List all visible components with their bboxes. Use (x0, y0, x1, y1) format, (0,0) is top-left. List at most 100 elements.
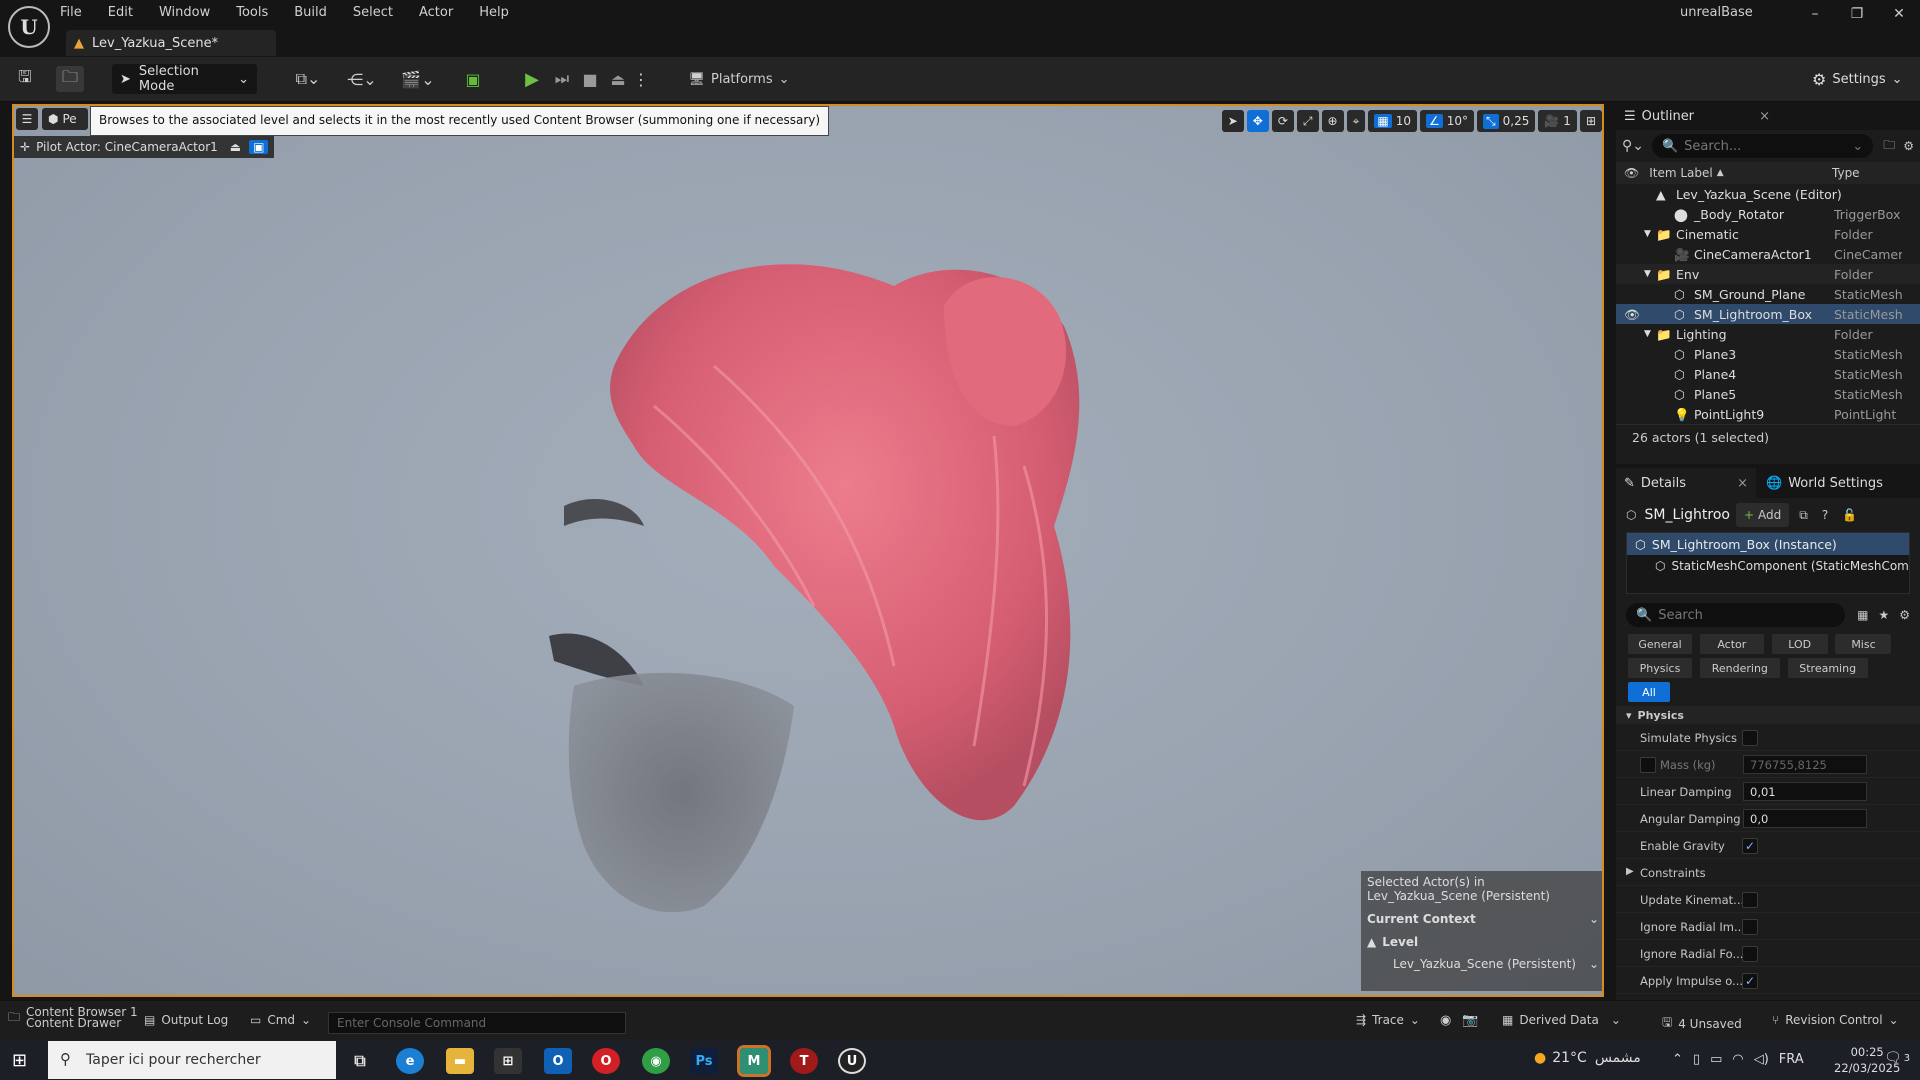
perspective-button[interactable]: ⬢ Pe (42, 108, 88, 130)
cinematics-icon[interactable]: 🎬⌄ (398, 66, 438, 92)
grid-snap-button[interactable]: ▦ 10 (1368, 110, 1417, 132)
ignore-radial-impulse-checkbox[interactable] (1742, 919, 1758, 935)
cmd-dropdown[interactable]: ▭ Cmd ⌄ (250, 1013, 311, 1027)
apply-impulse-checkbox[interactable]: ✓ (1742, 973, 1758, 989)
revision-control-button[interactable]: ⑂ Revision Control ⌄ (1772, 1013, 1899, 1027)
menu-window[interactable]: Window (159, 5, 210, 20)
camera-speed-button[interactable]: 🎥 1 (1538, 110, 1577, 132)
physics-section-header[interactable]: ▾ Physics (1616, 706, 1920, 724)
add-component-button[interactable]: + Add (1735, 503, 1790, 527)
angular-damping-field[interactable]: 0,0 (1743, 809, 1867, 828)
col-type[interactable]: Type (1832, 166, 1860, 180)
select-tool-icon[interactable]: ➤ (1221, 110, 1244, 132)
component-row[interactable]: ⬡ StaticMeshComponent (StaticMeshComp (1627, 555, 1909, 577)
output-log-button[interactable]: ▤ Output Log (144, 1013, 228, 1027)
category-streaming[interactable]: Streaming (1787, 658, 1868, 678)
col-item-label[interactable]: Item Label (1649, 166, 1713, 180)
surface-snap-icon[interactable]: ⌖ (1346, 110, 1366, 132)
details-search-input[interactable]: 🔍 Search (1626, 603, 1846, 627)
derived-data-button[interactable]: ▦ Derived Data ⌄ (1502, 1013, 1621, 1027)
current-context-header[interactable]: Current Context ⌄ (1367, 912, 1599, 926)
visibility-eye-icon[interactable]: 👁 (1624, 307, 1640, 323)
tab-world-settings[interactable]: 🌐 World Settings (1756, 476, 1883, 491)
chrome-icon[interactable]: ◉ (642, 1048, 670, 1074)
opera-icon[interactable]: O (592, 1048, 620, 1074)
outliner-row[interactable]: ▼ 📁 Cinematic Folder (1616, 224, 1920, 244)
menu-select[interactable]: Select (353, 5, 393, 20)
outliner-row[interactable]: ⬡ Plane4 StaticMesh (1616, 364, 1920, 384)
layout-icon[interactable]: ⊞ (1579, 110, 1602, 132)
blueprints-icon[interactable]: ⋲⌄ (342, 66, 382, 92)
more-options-icon[interactable]: ⋮ (633, 66, 649, 92)
category-lod[interactable]: LOD (1771, 634, 1828, 654)
camera-view-icon[interactable]: ▣ (249, 140, 269, 154)
enable-gravity-checkbox[interactable]: ✓ (1742, 838, 1758, 854)
category-physics[interactable]: Physics (1628, 658, 1692, 678)
unsaved-button[interactable]: 🖫 4 Unsaved (1662, 1013, 1742, 1034)
expand-icon[interactable]: ▼ (1644, 229, 1651, 239)
task-view-icon[interactable]: ⧉ (346, 1048, 374, 1074)
mass-override-checkbox[interactable] (1640, 757, 1656, 773)
outliner-search-input[interactable]: 🔍 Search... ⌄ (1651, 134, 1874, 158)
add-actor-icon[interactable]: ⧉⌄ (288, 66, 328, 92)
outliner-row[interactable]: ⬤ _Body_Rotator TriggerBox (1616, 204, 1920, 224)
outliner-row[interactable]: 👁 ⬡ SM_Lightroom_Box StaticMesh (1616, 304, 1920, 324)
chevron-up-icon[interactable]: ⌃ (1672, 1052, 1683, 1067)
outliner-row[interactable]: ⬡ Plane3 StaticMesh (1616, 344, 1920, 364)
step-icon[interactable]: ⏭ (550, 66, 574, 92)
restore-icon[interactable]: ❐ (1845, 6, 1869, 26)
level-viewport[interactable]: ☰ ⬢ Pe Browses to the associated level a… (12, 104, 1604, 997)
windows-start-icon[interactable]: ⊞ (12, 1050, 27, 1071)
menu-build[interactable]: Build (294, 5, 327, 20)
tool-icon[interactable]: T (790, 1048, 818, 1074)
actor-name[interactable]: SM_Lightroo (1644, 507, 1729, 523)
table-view-icon[interactable]: ▦ (1857, 608, 1868, 622)
move-tool-icon[interactable]: ✥ (1246, 110, 1269, 132)
ignore-radial-force-checkbox[interactable] (1742, 946, 1758, 962)
outliner-row[interactable]: ▼ 📁 Env Folder (1616, 264, 1920, 284)
console-input[interactable]: Enter Console Command (328, 1012, 626, 1034)
linear-damping-field[interactable]: 0,01 (1743, 782, 1867, 801)
photoshop-icon[interactable]: Ps (690, 1048, 718, 1074)
scale-tool-icon[interactable]: ⤢ (1296, 110, 1319, 132)
rotate-tool-icon[interactable]: ⟳ (1271, 110, 1294, 132)
weather-widget[interactable]: ● 21°C مشمس (1534, 1050, 1641, 1066)
category-misc[interactable]: Misc (1835, 634, 1892, 654)
notifications-button[interactable]: 🗨 3 (1884, 1050, 1910, 1066)
close-icon[interactable]: × (1759, 109, 1770, 124)
category-actor[interactable]: Actor (1699, 634, 1764, 654)
close-icon[interactable]: × (1737, 476, 1748, 491)
stop-icon[interactable]: ■ (578, 66, 602, 92)
unreal-logo-icon[interactable]: U (8, 6, 50, 48)
star-icon[interactable]: ★ (1878, 608, 1889, 622)
record-icon[interactable]: ◉ (1440, 1013, 1451, 1028)
outlook-icon[interactable]: O (544, 1048, 572, 1074)
store-icon[interactable]: ⊞ (494, 1048, 522, 1074)
minimize-icon[interactable]: – (1803, 6, 1827, 26)
menu-edit[interactable]: Edit (108, 5, 133, 20)
save-icon[interactable]: 🖫 (14, 66, 36, 92)
blueprint-icon[interactable]: ⧉ (1799, 508, 1808, 523)
category-general[interactable]: General (1628, 634, 1692, 654)
selection-mode-dropdown[interactable]: ➤ Selection Mode ⌄ (112, 64, 257, 94)
level-dropdown[interactable]: Lev_Yazkua_Scene (Persistent) ⌄ (1367, 957, 1599, 971)
close-window-icon[interactable]: ✕ (1887, 6, 1911, 26)
menu-actor[interactable]: Actor (419, 5, 453, 20)
gear-icon[interactable]: ⚙ (1899, 608, 1910, 622)
level-tab[interactable]: ▲ Lev_Yazkua_Scene* (66, 30, 276, 56)
outliner-row[interactable]: ⬡ SM_Ground_Plane StaticMesh (1616, 284, 1920, 304)
outliner-row[interactable]: ▲ Lev_Yazkua_Scene (Editor) (1616, 184, 1920, 204)
unreal-taskbar-icon[interactable]: U (838, 1048, 866, 1074)
platforms-button[interactable]: 🖥 Platforms ⌄ (684, 66, 794, 92)
trace-button[interactable]: ⇶ Trace ⌄ (1356, 1013, 1420, 1027)
taskbar-search-input[interactable]: Taper ici pour rechercher (48, 1041, 336, 1079)
scale-snap-button[interactable]: ⤡ 0,25 (1477, 110, 1536, 132)
monitor-icon[interactable]: ▭ (1710, 1052, 1722, 1067)
maya-icon[interactable]: M (737, 1045, 771, 1077)
prop-constraints[interactable]: ▶ Constraints (1616, 859, 1920, 886)
eject-pilot-icon[interactable]: ⏏ (230, 140, 241, 154)
instance-row[interactable]: ⬡ SM_Lightroom_Box (Instance) (1627, 533, 1909, 555)
eject-icon[interactable]: ⏏ (606, 66, 630, 92)
edge-icon[interactable]: e (396, 1048, 424, 1074)
content-drawer-button[interactable]: 🗀 Content Browser 1 Content Drawer (8, 1006, 138, 1029)
